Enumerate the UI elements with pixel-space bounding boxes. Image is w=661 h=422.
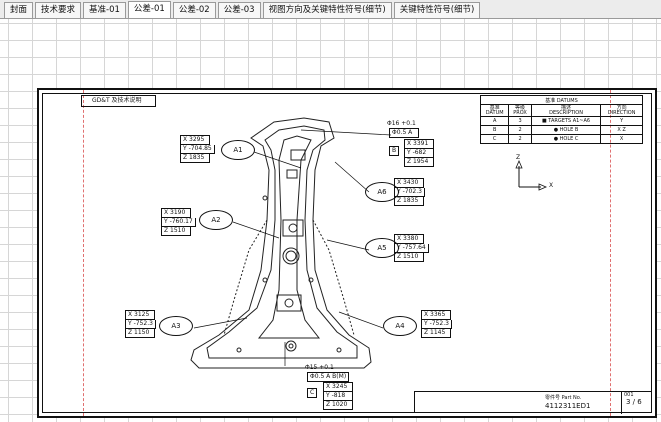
coord-x: X 3125	[125, 310, 155, 320]
coord-y: Y -752.3	[421, 320, 452, 329]
fcf-text: Φ0.5 A B(M)	[307, 372, 350, 382]
coord-box-hole-b: X 3391 Y -682 Z 1954	[404, 139, 434, 167]
fcf-text: Φ0.5 A	[389, 128, 419, 138]
coord-y: Y -752.3	[125, 320, 156, 329]
coord-x: X 3430	[394, 178, 424, 188]
coord-y: Y -702.3	[394, 188, 425, 197]
coord-box-a4: X 3365 Y -752.3 Z 1145	[421, 310, 452, 338]
sheet-tab-bar: 封面 技术要求 基准-01 公差-01 公差-02 公差-03 视图方向及关键特…	[0, 0, 661, 19]
coord-x: X 3190	[161, 208, 191, 218]
coord-box-hole-c: X 3245 Y -818 Z 1020	[323, 382, 353, 410]
coord-x: X 3245	[323, 382, 353, 392]
datum-b-label: B	[389, 146, 400, 156]
hole-c-fcf: Φ0.5 A B(M)	[307, 372, 350, 382]
hole-c-size: Φ15 +0.1	[305, 364, 334, 371]
tab-tolerance-03[interactable]: 公差-03	[217, 2, 261, 18]
hole-b-size: Φ16 +0.1	[387, 120, 416, 127]
coord-box-a1: X 3295 Y -704.85 Z 1835	[180, 135, 215, 163]
datum-b-box: B	[389, 146, 400, 156]
tab-datum-01[interactable]: 基准-01	[83, 2, 126, 18]
coord-box-a6: X 3430 Y -702.3 Z 1835	[394, 178, 425, 206]
part-number: 4112311ED1	[545, 402, 591, 410]
coord-z: Z 1145	[421, 329, 451, 338]
tab-key-characteristics[interactable]: 关键特性符号(细节)	[393, 2, 481, 18]
coord-x: X 3391	[404, 139, 434, 149]
coord-x: X 3380	[394, 234, 424, 244]
engineering-drawing[interactable]: GD&T 及技术说明 基准 DATUMS 基准 DATUM 等级 PROX 描述…	[37, 88, 657, 418]
tab-technical-requirements[interactable]: 技术要求	[35, 2, 82, 18]
coord-box-a2: X 3190 Y -760.17 Z 1510	[161, 208, 196, 236]
coord-z: Z 1510	[394, 253, 424, 262]
coord-z: Z 1835	[394, 197, 424, 206]
leader-lines	[193, 129, 392, 366]
coord-x: X 3295	[180, 135, 210, 145]
sheet-count: 3 / 6	[626, 398, 642, 406]
coord-y: Y -704.85	[180, 145, 215, 154]
coord-z: Z 1835	[180, 154, 210, 163]
datum-c-label: C	[307, 388, 318, 398]
tab-cover[interactable]: 封面	[4, 2, 34, 18]
tab-view-direction[interactable]: 视图方向及关键特性符号(细节)	[262, 2, 392, 18]
datum-c-box: C	[307, 388, 318, 398]
coord-z: Z 1510	[161, 227, 191, 236]
target-a4-bubble: A4	[383, 316, 417, 336]
target-a3-bubble: A3	[159, 316, 193, 336]
target-a2-bubble: A2	[199, 210, 233, 230]
coord-box-a5: X 3380 Y -757.64 Z 1510	[394, 234, 429, 262]
coord-y: Y -818	[323, 392, 353, 401]
tab-tolerance-01[interactable]: 公差-01	[127, 1, 171, 18]
coord-z: Z 1954	[404, 158, 434, 167]
sheet-box: 001 3 / 6	[621, 392, 653, 414]
tab-tolerance-02[interactable]: 公差-02	[172, 2, 216, 18]
target-a1-bubble: A1	[221, 140, 255, 160]
coord-z: Z 1150	[125, 329, 155, 338]
coord-box-a3: X 3125 Y -752.3 Z 1150	[125, 310, 156, 338]
coord-y: Y -682	[404, 149, 434, 158]
coord-x: X 3365	[421, 310, 451, 320]
part-no-label: 零件号 Part No.	[545, 395, 582, 401]
coord-y: Y -760.17	[161, 218, 196, 227]
coord-y: Y -757.64	[394, 244, 429, 253]
coord-z: Z 1020	[323, 401, 353, 410]
hole-b-fcf: Φ0.5 A	[389, 128, 419, 138]
title-block: 零件号 Part No. 4112311ED1 001 3 / 6	[414, 391, 653, 414]
